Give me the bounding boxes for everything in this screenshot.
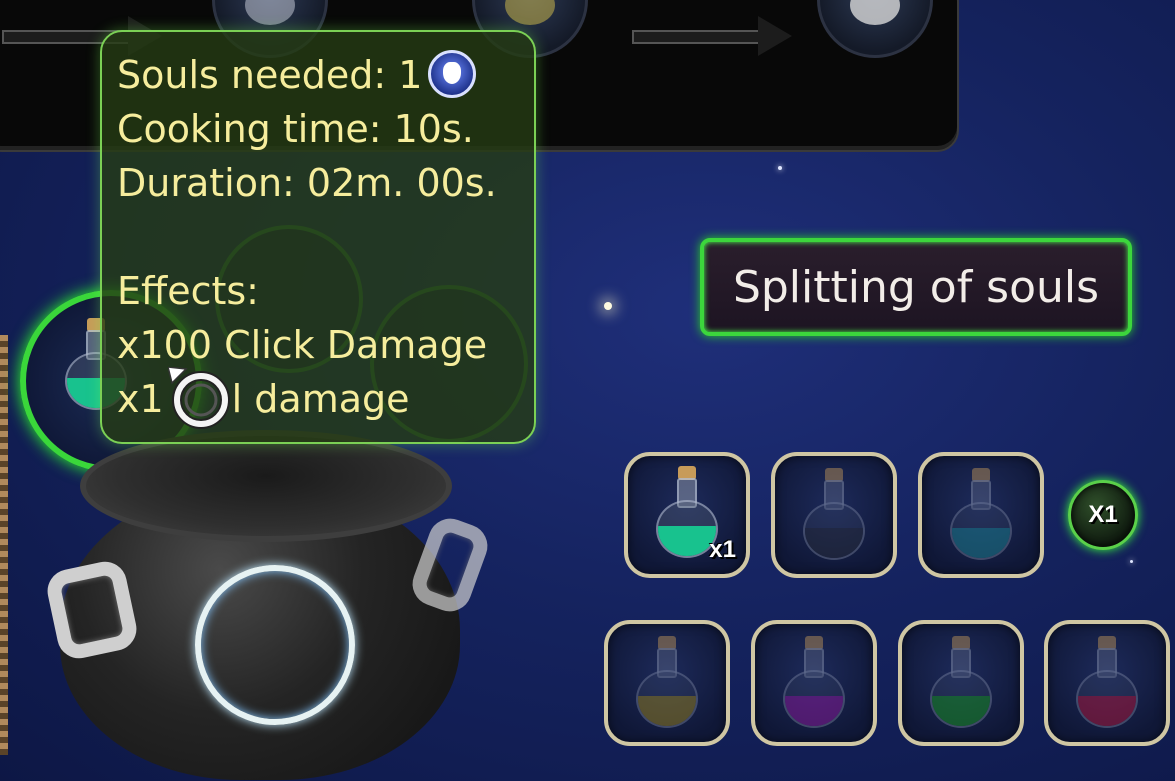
- cursor-icon: [168, 367, 230, 429]
- effect-all-damage: x1: [117, 377, 164, 421]
- soul-icon: [428, 49, 477, 98]
- star: [604, 302, 612, 310]
- teal-potion-icon: [946, 468, 1016, 560]
- duration-text: Duration: 02m. 00s.: [117, 161, 497, 205]
- empty-potion-icon: [799, 468, 869, 560]
- recipe-name-label: Splitting of souls: [700, 238, 1132, 336]
- potion-slot-purple[interactable]: [751, 620, 877, 746]
- effects-title: Effects:: [117, 269, 259, 313]
- potion-slot-green-dark[interactable]: [898, 620, 1024, 746]
- ingredient-mushroom-icon[interactable]: [817, 0, 933, 58]
- potion-slot-teal[interactable]: [918, 452, 1044, 578]
- potion-slot-red[interactable]: [1044, 620, 1170, 746]
- decorative-border: [0, 335, 8, 755]
- effect-all-damage-tail: l damage: [231, 377, 410, 421]
- purple-potion-icon: [779, 636, 849, 728]
- potion-slot-yellow[interactable]: [604, 620, 730, 746]
- brew-button[interactable]: [195, 565, 355, 725]
- potion-tooltip: Souls needed: 1 Cooking time: 10s. Durat…: [100, 30, 536, 444]
- red-potion-icon: [1072, 636, 1142, 728]
- multiplier-button[interactable]: X1: [1068, 480, 1138, 550]
- star: [778, 166, 782, 170]
- souls-needed-text: Souls needed: 1: [117, 53, 423, 97]
- effect-click-damage: x100 Click Damage: [117, 323, 488, 367]
- arrow-right-icon: [632, 16, 792, 56]
- star: [1130, 560, 1133, 563]
- yellow-potion-icon: [632, 636, 702, 728]
- potion-slot-green[interactable]: x1: [624, 452, 750, 578]
- potion-slot-empty[interactable]: [771, 452, 897, 578]
- cooking-time-text: Cooking time: 10s.: [117, 107, 474, 151]
- potion-count: x1: [709, 536, 736, 563]
- green-potion-icon: [926, 636, 996, 728]
